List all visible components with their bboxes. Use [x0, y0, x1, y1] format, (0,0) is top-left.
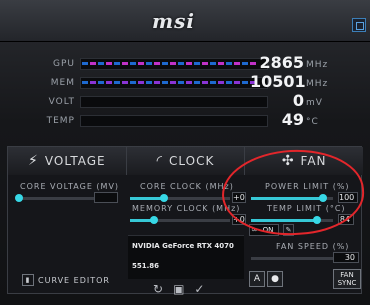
fan-speed-label: FAN SPEED (%) — [276, 242, 350, 251]
tab-clock[interactable]: ◜ CLOCK — [126, 147, 246, 175]
monitor-row-mem: MEM 10501 MHz — [0, 72, 370, 92]
fan-speed-slider[interactable] — [251, 257, 333, 260]
header: msi — [0, 0, 370, 42]
core-clock-fill — [130, 197, 162, 200]
core-clock-label: CORE CLOCK (MHz) — [140, 182, 234, 191]
gpu-clock-unit: MHz — [306, 60, 329, 70]
afterburner-window: msi GPU 2865 MHz MEM 10501 MHz VOLT 0 mV… — [0, 0, 370, 305]
curve-editor-button[interactable]: ▮ CURVE EDITOR — [22, 273, 110, 287]
core-clock-slider[interactable] — [130, 194, 230, 202]
driver-version: 551.86 — [132, 262, 160, 270]
window-mode-icon[interactable] — [352, 18, 366, 32]
save-icon[interactable]: ▣ — [173, 282, 184, 296]
monitor-row-volt: VOLT 0 mV — [0, 91, 370, 111]
core-clock-knob[interactable] — [160, 194, 168, 202]
memory-clock-knob[interactable] — [150, 216, 158, 224]
bar-chart-icon: ▮ — [22, 274, 34, 286]
volt-unit: mV — [306, 98, 323, 108]
core-voltage-field[interactable] — [94, 192, 118, 203]
monitor-track — [80, 115, 268, 127]
fan-sync-button[interactable]: FAN SYNC — [333, 269, 361, 289]
core-voltage-slider[interactable] — [15, 194, 96, 202]
reset-icon[interactable]: ↻ — [153, 282, 163, 296]
tab-voltage[interactable]: ⚡ VOLTAGE — [8, 147, 127, 175]
speedometer-icon: ◜ — [156, 153, 164, 169]
curve-editor-label: CURVE EDITOR — [38, 275, 110, 285]
mem-clock-unit: MHz — [306, 79, 329, 89]
monitor-row-gpu: GPU 2865 MHz — [0, 53, 370, 73]
core-voltage-knob[interactable] — [15, 194, 23, 202]
tab-clock-label: CLOCK — [169, 154, 215, 168]
gpu-info: NVIDIA GeForce RTX 4070 551.86 — [128, 235, 244, 279]
volt-value: 0 — [292, 91, 304, 110]
monitor-label: VOLT — [48, 97, 75, 107]
bottom-toolbar: ↻ ▣ ✓ — [153, 282, 204, 296]
temp-unit: °C — [306, 117, 319, 127]
monitor-label: MEM — [50, 78, 75, 88]
monitor-label: TEMP — [46, 116, 75, 126]
temp-value: 49 — [281, 110, 304, 129]
lightning-icon: ⚡ — [28, 153, 39, 169]
memory-clock-fill — [130, 219, 152, 222]
gpu-name: NVIDIA GeForce RTX 4070 — [132, 242, 234, 250]
gpu-bar — [82, 62, 257, 65]
monitor-row-temp: TEMP 49 °C — [0, 110, 370, 130]
auto-fan-button[interactable]: A — [249, 271, 265, 287]
monitor-track — [80, 96, 268, 108]
memory-clock-slider[interactable] — [130, 216, 230, 224]
mem-bar — [82, 81, 257, 84]
monitor-label: GPU — [53, 59, 75, 69]
user-icon[interactable]: ● — [267, 271, 283, 287]
apply-icon[interactable]: ✓ — [194, 282, 204, 296]
tab-voltage-label: VOLTAGE — [44, 154, 106, 168]
fan-speed-field[interactable]: 30 — [333, 252, 359, 263]
core-voltage-label: CORE VOLTAGE (MV) — [20, 182, 120, 191]
msi-logo: msi — [152, 9, 196, 33]
mem-clock-value: 10501 — [250, 72, 306, 91]
gpu-clock-value: 2865 — [259, 53, 304, 72]
